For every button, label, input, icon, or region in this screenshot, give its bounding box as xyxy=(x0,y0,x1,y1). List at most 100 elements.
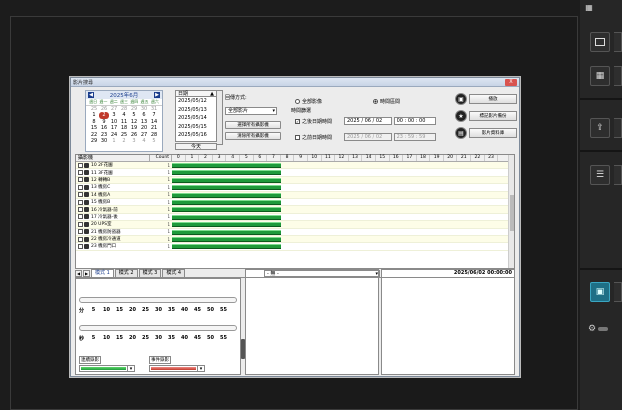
recording-bar[interactable] xyxy=(172,163,281,168)
settings-toggle-icon[interactable]: ⚙ xyxy=(588,324,609,334)
play-button[interactable]: 播放 xyxy=(469,94,517,104)
today-button[interactable]: 今天 xyxy=(175,143,217,150)
timeline-cell[interactable] xyxy=(172,243,514,250)
timeline-cell[interactable] xyxy=(172,221,514,228)
calendar-day[interactable]: 4 xyxy=(139,138,149,144)
date-list-item[interactable]: 2025/05/12 xyxy=(176,97,216,106)
date-list-scrollbar[interactable] xyxy=(217,90,223,145)
camera-checkbox[interactable] xyxy=(78,192,83,198)
timeline-cell[interactable] xyxy=(172,192,514,198)
export-extra[interactable] xyxy=(614,118,622,138)
grid-scrollbar[interactable] xyxy=(508,155,514,268)
grid-menu-icon[interactable]: ▦ xyxy=(582,2,596,12)
next-month-button[interactable]: ▶ xyxy=(154,92,160,98)
recording-bar[interactable] xyxy=(172,229,281,235)
date-list-header[interactable]: 日期 ▲ xyxy=(175,90,217,97)
timeline-cell[interactable] xyxy=(172,229,514,235)
timeline-cell[interactable] xyxy=(172,236,514,242)
camera-checkbox[interactable] xyxy=(78,221,83,227)
normal-color-select[interactable]: ▾ xyxy=(79,365,135,372)
timeline-cell[interactable] xyxy=(172,199,514,205)
calendar-day[interactable]: 3 xyxy=(129,138,139,144)
select-all-cameras-button[interactable]: 選擇所有攝影機 xyxy=(225,121,281,129)
camera-checkbox[interactable] xyxy=(78,214,83,220)
camera-checkbox[interactable] xyxy=(78,170,83,176)
camera-checkbox[interactable] xyxy=(78,243,83,249)
video-database-button[interactable]: 影片資料庫 xyxy=(469,128,517,138)
second-slider[interactable] xyxy=(79,325,237,331)
message-extra[interactable] xyxy=(614,165,622,185)
single-view-extra[interactable] xyxy=(614,32,622,52)
table-row[interactable]: 20 UPS室 1 xyxy=(76,221,514,229)
after-date-field[interactable]: 2025 / 06 / 02 xyxy=(344,117,392,125)
multi-view-extra[interactable] xyxy=(614,66,622,86)
after-time-checkbox[interactable]: ✓ xyxy=(295,118,300,124)
event-color-select[interactable]: ▾ xyxy=(149,365,205,372)
recording-bar[interactable] xyxy=(172,192,281,198)
recording-bar[interactable] xyxy=(172,177,281,183)
table-row[interactable]: 13 機房C 1 xyxy=(76,184,514,192)
clear-all-cameras-button[interactable]: 清除所有攝影機 xyxy=(225,132,281,140)
calendar-day[interactable]: 2 xyxy=(119,138,129,144)
recording-bar[interactable] xyxy=(172,244,281,250)
message-icon[interactable]: ☰ xyxy=(590,165,610,185)
table-row[interactable]: 10 2F花園 1 xyxy=(76,162,514,170)
date-list-item[interactable]: 2025/05/13 xyxy=(176,106,216,115)
recording-bar[interactable] xyxy=(172,222,281,228)
table-row[interactable]: 23 機房門口 1 xyxy=(76,243,514,251)
timeline-cell[interactable] xyxy=(172,214,514,220)
camera-checkbox[interactable] xyxy=(78,229,83,235)
table-row[interactable]: 14 機房A 1 xyxy=(76,191,514,199)
table-row[interactable]: 16 冷氣器-前 1 xyxy=(76,206,514,214)
camera-checkbox[interactable] xyxy=(78,177,83,183)
recording-bar[interactable] xyxy=(172,185,281,191)
calendar-day[interactable]: 29 xyxy=(89,138,99,144)
table-row[interactable]: 22 機房冷通道 1 xyxy=(76,235,514,244)
export-icon[interactable]: ⇪ xyxy=(590,118,610,138)
tab-mode-3[interactable]: 模式 3 xyxy=(138,269,162,277)
timeline-cell[interactable] xyxy=(172,177,514,183)
timeline-cell[interactable] xyxy=(172,162,514,168)
monitor-extra[interactable] xyxy=(614,282,622,302)
timeline-cell[interactable] xyxy=(172,206,514,213)
mark-backup-button[interactable]: 標記影片備份 xyxy=(469,111,517,121)
recording-bar[interactable] xyxy=(172,170,281,176)
prev-month-button[interactable]: ◀ xyxy=(88,92,94,98)
recording-bar[interactable] xyxy=(172,199,281,205)
calendar-day[interactable]: 30 xyxy=(99,138,109,144)
timeline-cell[interactable] xyxy=(172,169,514,176)
camera-checkbox[interactable] xyxy=(78,236,83,242)
recording-bar[interactable] xyxy=(172,236,281,242)
table-row[interactable]: 21 機房防盜器 1 xyxy=(76,229,514,236)
tab-prev-icon[interactable]: ◀ xyxy=(75,269,82,277)
table-row[interactable]: 15 機房B 1 xyxy=(76,199,514,207)
calendar-day[interactable]: 1 xyxy=(109,138,119,144)
return-mode-select[interactable]: 全部影片 xyxy=(225,107,277,115)
before-date-field[interactable]: 2025 / 06 / 02 xyxy=(344,133,392,141)
minute-slider[interactable] xyxy=(79,297,237,303)
before-time-field[interactable]: 23 : 59 : 59 xyxy=(393,133,436,141)
single-view-icon[interactable] xyxy=(590,32,610,52)
camera-checkbox[interactable] xyxy=(78,162,83,168)
date-list-item[interactable]: 2025/05/14 xyxy=(176,114,216,123)
tab-next-icon[interactable]: ▶ xyxy=(83,269,90,277)
close-button[interactable]: X xyxy=(505,78,517,86)
table-row[interactable]: 12 轉轉B 1 xyxy=(76,176,514,185)
date-list-item[interactable]: 2025/05/15 xyxy=(176,123,216,132)
monitor-icon[interactable]: ▣ xyxy=(590,282,610,302)
grid-scroll-thumb[interactable] xyxy=(510,195,514,231)
all-video-radio[interactable]: 全部影像 xyxy=(295,98,322,105)
calendar-day[interactable]: 5 xyxy=(149,138,159,144)
before-time-checkbox[interactable] xyxy=(295,134,300,140)
camera-select[interactable]: - 無 - xyxy=(264,270,380,277)
timeline-cell[interactable] xyxy=(172,184,514,191)
table-row[interactable]: 17 冷氣器-後 1 xyxy=(76,214,514,222)
camera-checkbox[interactable] xyxy=(78,199,83,205)
time-range-radio[interactable]: 時間區間 xyxy=(373,98,400,105)
camera-checkbox[interactable] xyxy=(78,184,83,190)
recording-bar[interactable] xyxy=(172,214,281,220)
date-list-item[interactable]: 2025/05/16 xyxy=(176,131,216,140)
after-time-field[interactable]: 00 : 00 : 00 xyxy=(393,117,436,125)
tab-mode-2[interactable]: 模式 2 xyxy=(114,269,138,277)
tab-mode-4[interactable]: 模式 4 xyxy=(162,269,186,277)
